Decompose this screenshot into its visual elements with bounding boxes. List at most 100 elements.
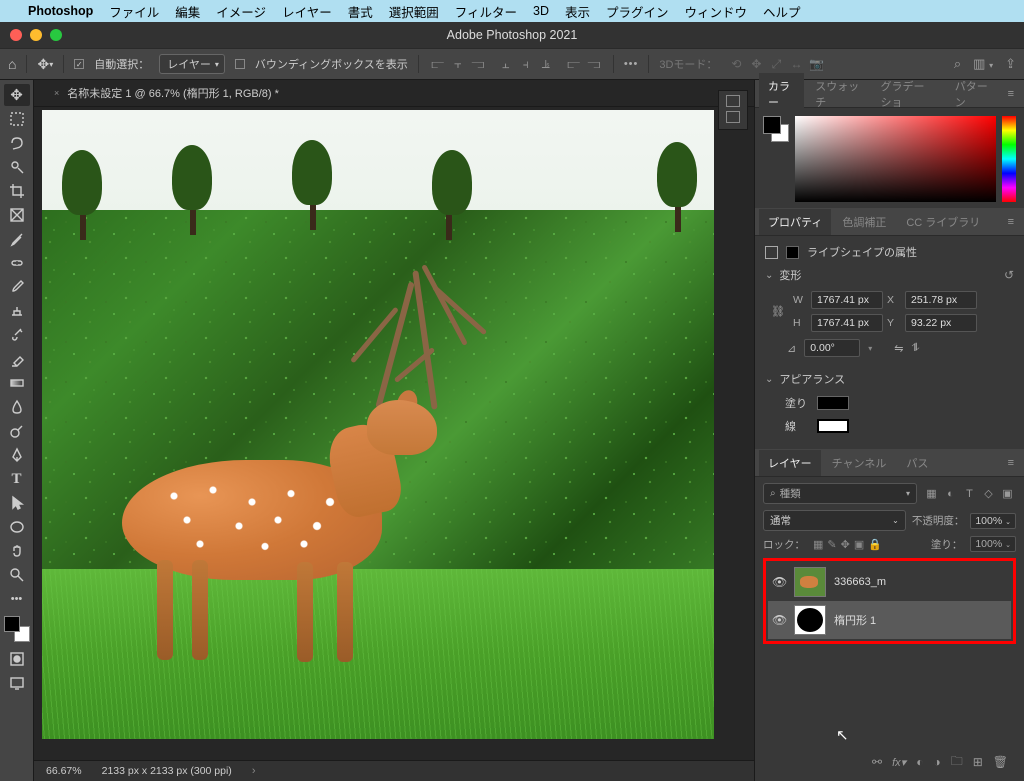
crop-tool[interactable] bbox=[4, 180, 30, 202]
layer-name[interactable]: 楕円形 1 bbox=[834, 612, 876, 628]
layer-filter-dropdown[interactable]: ⌕種類 ▾ bbox=[763, 483, 917, 504]
filter-pixel-icon[interactable]: ▦ bbox=[923, 485, 940, 502]
panel-menu-icon[interactable]: ≡ bbox=[1002, 216, 1020, 228]
history-brush-tool[interactable] bbox=[4, 324, 30, 346]
clone-stamp-tool[interactable] bbox=[4, 300, 30, 322]
hand-tool[interactable] bbox=[4, 540, 30, 562]
foreground-background-swatch[interactable] bbox=[4, 616, 30, 642]
blend-mode-dropdown[interactable]: 通常⌄ bbox=[763, 510, 906, 531]
eyedropper-tool[interactable] bbox=[4, 228, 30, 250]
share-icon[interactable]: ⇪ bbox=[1005, 56, 1016, 72]
new-layer-icon[interactable]: ⊞ bbox=[973, 755, 983, 769]
layer-thumbnail[interactable] bbox=[794, 567, 826, 597]
shape-tool[interactable] bbox=[4, 516, 30, 538]
document-tab[interactable]: × 名称未設定 1 @ 66.7% (楕円形 1, RGB/8) * bbox=[34, 80, 754, 107]
healing-tool[interactable] bbox=[4, 252, 30, 274]
align-middle-icon[interactable]: ⫞ bbox=[517, 55, 535, 73]
align-center-h-icon[interactable]: ⫟ bbox=[449, 55, 467, 73]
quick-mask-icon[interactable] bbox=[4, 648, 30, 670]
quick-select-tool[interactable] bbox=[4, 156, 30, 178]
tab-properties[interactable]: プロパティ bbox=[759, 209, 831, 235]
screen-mode-icon[interactable] bbox=[4, 672, 30, 694]
close-button[interactable] bbox=[10, 29, 22, 41]
tab-paths[interactable]: パス bbox=[897, 450, 937, 476]
height-input[interactable] bbox=[811, 314, 883, 332]
hue-slider[interactable] bbox=[1002, 116, 1016, 202]
dock-icon[interactable] bbox=[726, 111, 740, 123]
menu-filter[interactable]: フィルター bbox=[455, 2, 517, 21]
menu-file[interactable]: ファイル bbox=[109, 2, 159, 21]
layer-thumbnail[interactable] bbox=[794, 605, 826, 635]
lock-all-icon[interactable]: 🔒 bbox=[868, 538, 882, 551]
visibility-icon[interactable]: 👁 bbox=[772, 575, 786, 589]
lasso-tool[interactable] bbox=[4, 132, 30, 154]
lock-position-icon[interactable]: ✥ bbox=[841, 538, 850, 551]
fill-swatch[interactable] bbox=[817, 396, 849, 410]
menu-layer[interactable]: レイヤー bbox=[282, 2, 332, 21]
menu-edit[interactable]: 編集 bbox=[175, 2, 200, 21]
type-tool[interactable]: T bbox=[4, 468, 30, 490]
reset-icon[interactable]: ↺ bbox=[1004, 268, 1014, 282]
lock-transparency-icon[interactable]: ▦ bbox=[813, 538, 823, 551]
align-right-icon[interactable]: ⫎ bbox=[469, 55, 487, 73]
gradient-tool[interactable] bbox=[4, 372, 30, 394]
menu-window[interactable]: ウィンドウ bbox=[685, 2, 748, 21]
menu-3d[interactable]: 3D bbox=[533, 4, 549, 18]
zoom-level[interactable]: 66.67% bbox=[46, 765, 82, 777]
minimize-button[interactable] bbox=[30, 29, 42, 41]
delete-layer-icon[interactable]: 🗑 bbox=[993, 755, 1008, 769]
flip-h-icon[interactable]: ⇋ bbox=[894, 342, 903, 355]
search-icon[interactable]: ⌕ bbox=[954, 56, 961, 72]
document-dims[interactable]: 2133 px x 2133 px (300 ppi) bbox=[102, 765, 232, 777]
home-icon[interactable]: ⌂ bbox=[8, 56, 16, 72]
app-name[interactable]: Photoshop bbox=[28, 4, 93, 18]
opacity-input[interactable]: 100% ⌄ bbox=[970, 513, 1016, 529]
tab-layers[interactable]: レイヤー bbox=[759, 450, 821, 476]
panel-menu-icon[interactable]: ≡ bbox=[1002, 457, 1020, 469]
menu-select[interactable]: 選択範囲 bbox=[389, 2, 439, 21]
angle-input[interactable] bbox=[804, 339, 860, 357]
filter-shape-icon[interactable]: ◇ bbox=[980, 485, 997, 502]
bbox-checkbox[interactable] bbox=[235, 59, 245, 69]
align-top-icon[interactable]: ⫠ bbox=[497, 55, 515, 73]
canvas-viewport[interactable] bbox=[34, 107, 754, 760]
filter-smart-icon[interactable]: ▣ bbox=[999, 485, 1016, 502]
eraser-tool[interactable] bbox=[4, 348, 30, 370]
tab-adjustments[interactable]: 色調補正 bbox=[833, 209, 895, 235]
layer-name[interactable]: 336663_m bbox=[834, 576, 886, 588]
distribute-v-icon[interactable]: ⫎ bbox=[585, 55, 603, 73]
marquee-tool[interactable] bbox=[4, 108, 30, 130]
foreground-color-swatch[interactable] bbox=[4, 616, 20, 632]
color-field[interactable] bbox=[795, 116, 996, 202]
x-input[interactable] bbox=[905, 291, 977, 309]
move-tool[interactable]: ✥ bbox=[4, 84, 30, 106]
menu-help[interactable]: ヘルプ bbox=[763, 2, 801, 21]
workspace-icon[interactable]: ▥ ▾ bbox=[973, 56, 993, 72]
dock-icon[interactable] bbox=[726, 95, 740, 107]
flip-v-icon[interactable]: ⥮ bbox=[911, 342, 919, 355]
blur-tool[interactable] bbox=[4, 396, 30, 418]
visibility-icon[interactable]: 👁 bbox=[772, 613, 786, 627]
align-left-icon[interactable]: ⫍ bbox=[429, 55, 447, 73]
lock-artboard-icon[interactable]: ▣ bbox=[854, 538, 864, 551]
collapsed-panel-dock[interactable] bbox=[718, 90, 748, 130]
width-input[interactable] bbox=[811, 291, 883, 309]
brush-tool[interactable] bbox=[4, 276, 30, 298]
layer-fx-icon[interactable]: fx▾ bbox=[892, 756, 906, 769]
adjustment-layer-icon[interactable]: ◑ bbox=[933, 755, 940, 769]
transform-section-label[interactable]: 変形 bbox=[779, 267, 801, 283]
layer-group-icon[interactable]: 🗀 bbox=[951, 752, 963, 773]
filter-type-icon[interactable]: T bbox=[961, 485, 978, 502]
appearance-section-label[interactable]: アピアランス bbox=[779, 371, 845, 387]
tab-libraries[interactable]: CC ライブラリ bbox=[897, 209, 989, 235]
layer-mask-icon[interactable]: ◐ bbox=[916, 755, 923, 769]
tab-channels[interactable]: チャンネル bbox=[823, 450, 896, 476]
layer-row[interactable]: 👁 336663_m bbox=[768, 563, 1011, 601]
align-bottom-icon[interactable]: ⫡ bbox=[537, 55, 555, 73]
color-swatches[interactable] bbox=[763, 116, 789, 142]
auto-select-dropdown[interactable]: レイヤー▾ bbox=[159, 54, 225, 74]
link-wh-icon[interactable]: ⛓ bbox=[771, 305, 785, 318]
auto-select-checkbox[interactable]: ✓ bbox=[74, 59, 84, 69]
menu-plugin[interactable]: プラグイン bbox=[606, 2, 669, 21]
edit-toolbar[interactable]: ••• bbox=[4, 588, 30, 610]
